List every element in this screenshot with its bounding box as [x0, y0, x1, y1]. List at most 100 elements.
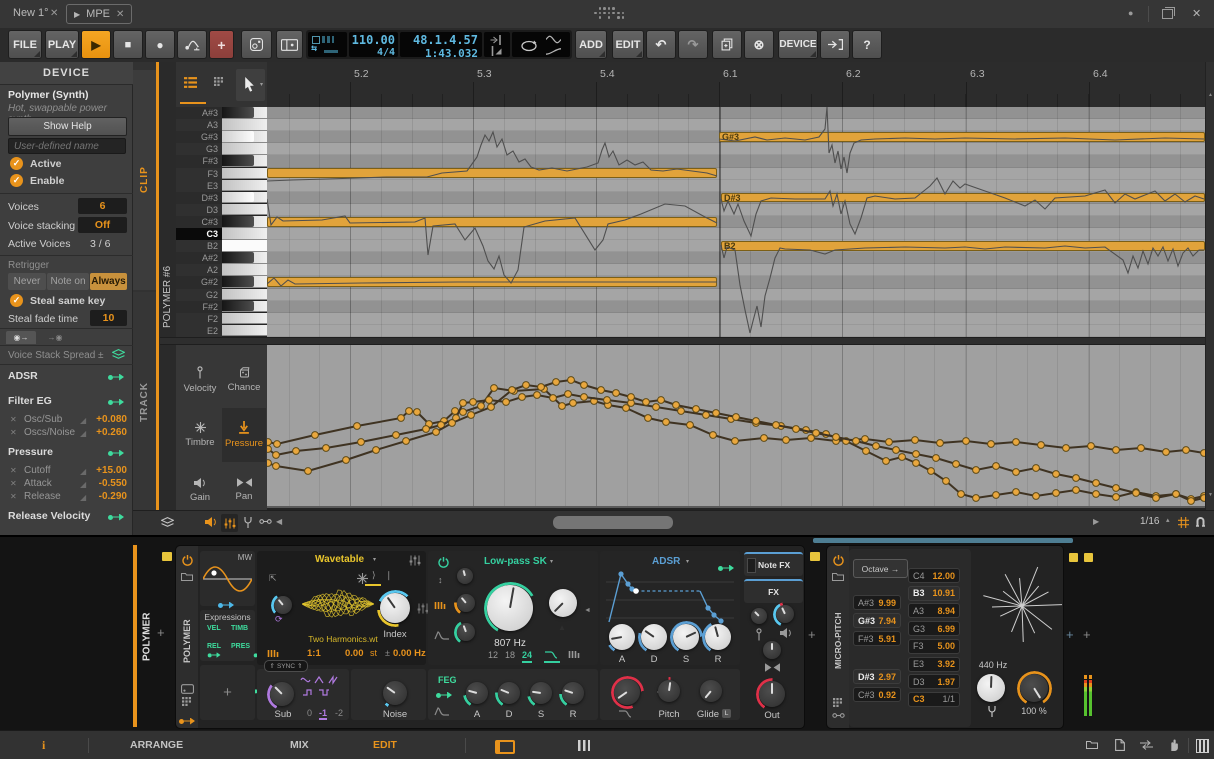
- expr-vel-arrow-icon[interactable]: [208, 652, 222, 658]
- piano-key-F#2[interactable]: [222, 301, 267, 313]
- expr-timb[interactable]: TIMB: [231, 625, 248, 632]
- piano-key-F2[interactable]: [222, 313, 267, 325]
- expression-lane-velocity[interactable]: Velocity: [178, 353, 222, 407]
- piano-key-A#2[interactable]: [222, 252, 267, 264]
- note-fx-slot[interactable]: Note FX: [744, 552, 803, 576]
- close-icon[interactable]: ✕: [1192, 7, 1201, 20]
- piano-key-D3[interactable]: [222, 204, 267, 216]
- filter-cutoff-knob[interactable]: [487, 585, 533, 631]
- piano-key-A#3[interactable]: [222, 107, 267, 119]
- black-key-G#2[interactable]: [222, 276, 254, 287]
- retrigger-note-on[interactable]: Note on: [47, 273, 89, 290]
- env-sustain-knob[interactable]: [673, 624, 699, 650]
- punch-out-icon[interactable]: [490, 46, 503, 56]
- time-signature[interactable]: 4/4: [349, 47, 398, 58]
- prev-icon[interactable]: ◀: [276, 517, 282, 526]
- retrigger-always[interactable]: Always: [90, 273, 127, 290]
- note-G#3[interactable]: G#3: [719, 132, 1205, 142]
- tab-clip[interactable]: CLIP: [133, 70, 156, 290]
- magnet-icon[interactable]: [1195, 516, 1206, 527]
- mod-source-adsr[interactable]: ADSR: [0, 370, 133, 384]
- tuning-cell-F#3[interactable]: F#35.91: [853, 631, 901, 646]
- chain-mod-slot-2[interactable]: [1084, 553, 1093, 562]
- device-menu-button[interactable]: DEVICE: [778, 30, 818, 59]
- piano-keys[interactable]: [222, 107, 267, 337]
- file-icon[interactable]: [1115, 739, 1125, 751]
- expr-vel[interactable]: VEL: [207, 625, 221, 632]
- black-key-C#3[interactable]: [222, 216, 254, 227]
- pressure-curve-points[interactable]: [267, 345, 1205, 508]
- comb-shape-icon[interactable]: [568, 650, 580, 659]
- feg-mod-arrow-icon[interactable]: [436, 691, 453, 699]
- view-arrange[interactable]: ARRANGE: [130, 739, 183, 751]
- feg-decay-knob[interactable]: [498, 682, 520, 704]
- env-mode-dropdown-icon[interactable]: ▾: [686, 558, 689, 565]
- tab-mpe[interactable]: ▶ MPE ✕: [66, 4, 132, 24]
- unison-knob[interactable]: [274, 596, 292, 614]
- piano-key-G#2[interactable]: [222, 276, 267, 288]
- mod-target-osc-sub[interactable]: ✕Osc/Sub◢+0.080: [0, 414, 133, 427]
- vertical-scrollbar[interactable]: ▲ ▼: [1205, 62, 1214, 510]
- osc-mode-select[interactable]: Wavetable: [315, 554, 364, 565]
- filter-mode-dropdown-icon[interactable]: ▾: [550, 558, 553, 565]
- piano-key-G#3[interactable]: [222, 131, 267, 143]
- preset-folder-icon[interactable]: [832, 572, 844, 581]
- sub-oct-0[interactable]: 0: [307, 708, 312, 718]
- mix-value[interactable]: 100 %: [1017, 706, 1051, 716]
- cursor-tool-button[interactable]: ▾: [236, 69, 265, 101]
- filter-power-icon[interactable]: [438, 557, 449, 568]
- mix-knob[interactable]: [1020, 674, 1048, 702]
- tab-track[interactable]: TRACK: [133, 292, 156, 512]
- steal-same-key-checkbox[interactable]: ✓: [10, 294, 23, 307]
- browser-icon[interactable]: [1086, 740, 1098, 749]
- insert-device-button[interactable]: [820, 30, 850, 59]
- add-device-end-blue-button[interactable]: +: [1066, 627, 1074, 642]
- osc-ratio[interactable]: 1:1: [307, 648, 321, 659]
- fill-icon[interactable]: [546, 35, 561, 44]
- mod-wheel-cell[interactable]: MW: [200, 551, 255, 606]
- arranger-automation-icon[interactable]: [546, 47, 561, 56]
- power-icon[interactable]: [833, 555, 844, 566]
- ruler-label[interactable]: 6.1: [723, 68, 738, 80]
- maximize-icon[interactable]: [1162, 9, 1173, 19]
- mod-slope-icon[interactable]: ◢: [80, 493, 86, 502]
- loop-icon[interactable]: [520, 40, 538, 52]
- piano-key-F#3[interactable]: [222, 155, 267, 167]
- mpe-fork-icon[interactable]: [243, 517, 253, 528]
- note-list-view-icon[interactable]: [184, 77, 197, 88]
- cursor-tool-dropdown-icon[interactable]: ▾: [260, 81, 263, 88]
- black-key-G#3[interactable]: [222, 131, 254, 142]
- feg-sustain-knob[interactable]: [530, 682, 552, 704]
- device-chain-scrollbar[interactable]: [813, 538, 1073, 543]
- tuning-cell-G#3[interactable]: G#37.94: [853, 613, 901, 628]
- piano-key-F3[interactable]: [222, 168, 267, 180]
- piano-key-E3[interactable]: [222, 180, 267, 192]
- clip-play-icon[interactable]: ▶: [74, 10, 80, 19]
- device-polymer[interactable]: POLYMER MW Expressions VEL TIMB: [175, 545, 805, 729]
- tuning-cell-D3[interactable]: D31.97: [908, 674, 960, 689]
- sub-waveform-icons[interactable]: [299, 673, 345, 699]
- play-menu-button[interactable]: PLAY: [45, 30, 79, 59]
- voices-value[interactable]: 6: [78, 198, 127, 214]
- snap-dropdown-icon[interactable]: ▴: [1166, 516, 1170, 524]
- mapping-icon[interactable]: [182, 697, 191, 706]
- punch-block[interactable]: [484, 32, 510, 57]
- tuning-cell-G3[interactable]: G36.99: [908, 621, 960, 636]
- tuning-cell-C3[interactable]: C31/1: [908, 692, 960, 707]
- piano-key-C#3[interactable]: [222, 216, 267, 228]
- mapping-icon[interactable]: [833, 698, 842, 707]
- voice-swap-icon[interactable]: ⟳: [275, 614, 283, 625]
- ruler-label[interactable]: 6.2: [846, 68, 861, 80]
- display-profile-button[interactable]: [276, 30, 303, 59]
- mixer-strips-icon[interactable]: [578, 740, 590, 751]
- remove-mod-icon[interactable]: ✕: [10, 492, 17, 501]
- filter-mode-select[interactable]: Low-pass SK: [484, 556, 547, 567]
- piano-roll-icon[interactable]: [1196, 739, 1209, 753]
- edit-menu-button[interactable]: EDIT: [612, 30, 644, 59]
- play-button[interactable]: ▶: [81, 30, 111, 59]
- overdub-button[interactable]: +: [209, 30, 234, 59]
- mod-arrow-icon[interactable]: [108, 398, 125, 406]
- black-key-F#3[interactable]: [222, 155, 254, 166]
- minimize-icon[interactable]: ●: [1128, 8, 1133, 18]
- voice-stacking-value[interactable]: Off: [78, 217, 127, 233]
